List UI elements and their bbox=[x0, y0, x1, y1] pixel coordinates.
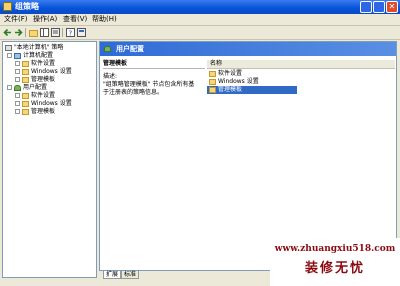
group-policy-window: 组策略 ✕ 文件(F) 操作(A) 查看(V) 帮助(H) ? "本地计算机" … bbox=[0, 0, 400, 286]
list-item[interactable]: Windows 设置 bbox=[207, 78, 297, 86]
menu-bar: 文件(F) 操作(A) 查看(V) 帮助(H) bbox=[0, 14, 400, 26]
expand-icon[interactable] bbox=[15, 69, 20, 74]
menu-view[interactable]: 查看(V) bbox=[63, 15, 87, 24]
tree-item-label: 软件设置 bbox=[31, 60, 56, 67]
expand-icon[interactable] bbox=[15, 101, 20, 106]
tree-item-label: 软件设置 bbox=[31, 92, 56, 99]
folder-icon bbox=[22, 92, 29, 99]
description-label: 描述: bbox=[103, 73, 118, 80]
tree-computer-config-label: 计算机配置 bbox=[23, 52, 54, 59]
toolbar: ? bbox=[0, 26, 400, 40]
maximize-button[interactable] bbox=[373, 1, 385, 13]
tree-computer-admin-templates[interactable]: 管理模板 bbox=[15, 76, 55, 83]
console-tree[interactable]: "本地计算机" 策略 计算机配置 软件设置 Windows 设置 管理模板 用户… bbox=[2, 41, 97, 278]
expand-icon[interactable] bbox=[15, 77, 20, 82]
export-list-icon[interactable] bbox=[51, 28, 60, 37]
svg-text:?: ? bbox=[69, 30, 73, 38]
forward-arrow-icon[interactable] bbox=[14, 28, 23, 37]
column-header-label: 名称 bbox=[210, 60, 223, 67]
tree-root-label: "本地计算机" 策略 bbox=[14, 44, 64, 51]
tree-computer-windows-settings[interactable]: Windows 设置 bbox=[15, 68, 72, 75]
details-header-title: 用户配置 bbox=[116, 45, 144, 53]
folder-icon bbox=[209, 86, 216, 93]
collapse-icon[interactable] bbox=[7, 85, 12, 90]
toolbar-separator bbox=[62, 28, 63, 37]
tree-item-label: Windows 设置 bbox=[31, 100, 72, 107]
description-text-line-1: "组策略管理模板" 节点包含所有基 bbox=[103, 81, 195, 88]
menu-file[interactable]: 文件(F) bbox=[4, 15, 28, 24]
tab-standard[interactable]: 标准 bbox=[121, 271, 140, 279]
window-title: 组策略 bbox=[15, 2, 39, 11]
folder-icon bbox=[22, 100, 29, 107]
computer-icon bbox=[14, 52, 21, 59]
minimize-button[interactable] bbox=[360, 1, 372, 13]
tree-item-label: Windows 设置 bbox=[31, 68, 72, 75]
folder-icon bbox=[209, 78, 216, 85]
expand-icon[interactable] bbox=[15, 93, 20, 98]
watermark-url: www.zhuangxiu518.com bbox=[274, 244, 396, 254]
tree-computer-software-settings[interactable]: 软件设置 bbox=[15, 60, 55, 67]
tree-item-label: 管理模板 bbox=[31, 76, 56, 83]
folder-icon bbox=[209, 70, 216, 77]
group-policy-app-icon bbox=[3, 2, 12, 11]
folder-icon bbox=[22, 68, 29, 75]
expand-icon[interactable] bbox=[15, 61, 20, 66]
column-header-name[interactable]: 名称 bbox=[207, 60, 395, 69]
title-bar[interactable]: 组策略 ✕ bbox=[0, 0, 400, 14]
menu-action[interactable]: 操作(A) bbox=[33, 15, 57, 24]
description-title: 管理模板 bbox=[103, 60, 205, 69]
folder-icon bbox=[22, 60, 29, 67]
folder-icon bbox=[22, 76, 29, 83]
close-button[interactable]: ✕ bbox=[386, 1, 398, 13]
details-header: 用户配置 bbox=[100, 42, 396, 56]
description-text-line-2: 于注册表的策略信息。 bbox=[103, 89, 164, 96]
user-icon bbox=[14, 84, 21, 91]
list-item-label: 软件设置 bbox=[218, 70, 243, 77]
list-item-label: 管理模板 bbox=[218, 86, 243, 93]
policy-icon bbox=[5, 44, 12, 51]
user-icon bbox=[104, 46, 111, 52]
tree-user-software-settings[interactable]: 软件设置 bbox=[15, 92, 55, 99]
tree-user-admin-templates[interactable]: 管理模板 bbox=[15, 108, 55, 115]
tree-item-label: 管理模板 bbox=[31, 108, 56, 115]
toolbar-separator bbox=[25, 28, 26, 37]
tree-root[interactable]: "本地计算机" 策略 bbox=[5, 44, 63, 51]
tree-user-config[interactable]: 用户配置 bbox=[7, 84, 47, 91]
list-item-label: Windows 设置 bbox=[218, 78, 259, 85]
show-hide-tree-icon[interactable] bbox=[40, 28, 49, 37]
description-panel: 管理模板 描述: "组策略管理模板" 节点包含所有基 于注册表的策略信息。 bbox=[103, 60, 205, 97]
details-pane: 用户配置 管理模板 描述: "组策略管理模板" 节点包含所有基 于注册表的策略信… bbox=[99, 41, 397, 271]
back-arrow-icon[interactable] bbox=[3, 28, 12, 37]
menu-help[interactable]: 帮助(H) bbox=[92, 15, 117, 24]
tree-user-config-label: 用户配置 bbox=[23, 84, 48, 91]
tree-user-windows-settings[interactable]: Windows 设置 bbox=[15, 100, 72, 107]
help-icon[interactable]: ? bbox=[66, 28, 75, 38]
site-watermark: www.zhuangxiu518.com 装修无忧 bbox=[270, 238, 400, 286]
expand-icon[interactable] bbox=[15, 109, 20, 114]
up-folder-icon[interactable] bbox=[29, 28, 38, 37]
tab-extended[interactable]: 扩展 bbox=[103, 271, 122, 279]
list-item[interactable]: 软件设置 bbox=[207, 70, 297, 78]
properties-icon[interactable] bbox=[77, 28, 86, 37]
list-item-selected[interactable]: 管理模板 bbox=[207, 86, 297, 94]
collapse-icon[interactable] bbox=[7, 53, 12, 58]
folder-icon bbox=[22, 108, 29, 115]
tree-computer-config[interactable]: 计算机配置 bbox=[7, 52, 53, 59]
watermark-brand: 装修无忧 bbox=[304, 261, 365, 276]
